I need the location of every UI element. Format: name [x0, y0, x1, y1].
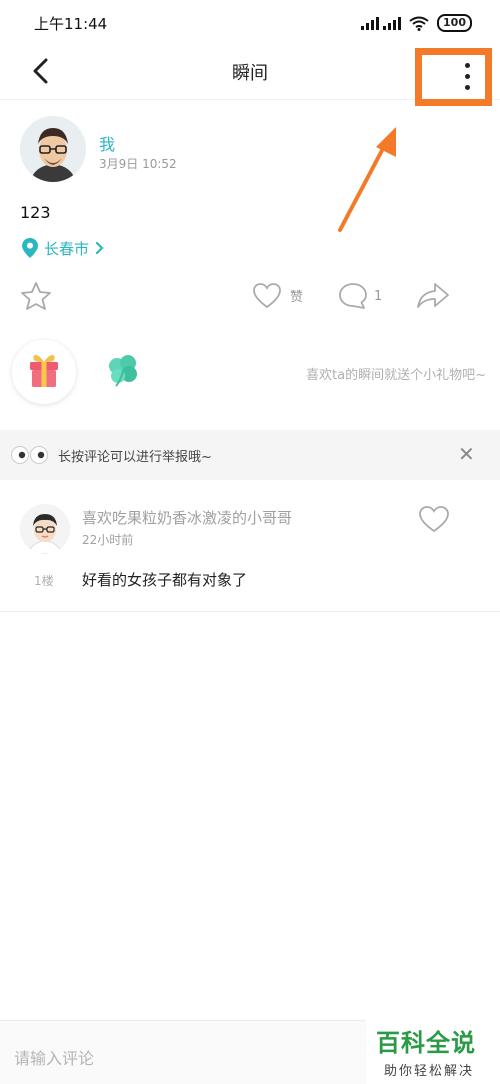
location-label: 长春市: [44, 239, 90, 258]
watermark-title: 百科全说: [376, 1029, 476, 1057]
comment-text: 好看的女孩子都有对象了: [82, 571, 248, 589]
eyes-icon: [11, 446, 48, 464]
more-button[interactable]: [415, 48, 492, 106]
commenter-avatar[interactable]: [20, 504, 70, 554]
wifi-icon: [409, 16, 429, 31]
comment-button[interactable]: 1: [338, 282, 382, 310]
post-text: 123: [20, 203, 51, 222]
post-header: 我 3月9日 10:52: [20, 116, 320, 186]
status-icons: 100: [361, 13, 472, 33]
share-icon: [417, 283, 449, 308]
notice-text: 长按评论可以进行举报哦~: [58, 450, 212, 465]
signal-icon: [361, 17, 402, 30]
comment-bubble-icon: [339, 283, 367, 309]
like-button[interactable]: 赞: [252, 282, 303, 309]
watermark-logo: 百科全说 助你轻松解决: [366, 1020, 500, 1084]
post-actions: 赞 1: [0, 276, 500, 318]
clover-button[interactable]: [104, 352, 142, 394]
comment-floor: 1楼: [34, 574, 54, 588]
location-pin-icon: [22, 238, 38, 258]
annotation-arrow: [338, 127, 396, 232]
heart-icon: [253, 283, 281, 309]
comment-count: 1: [374, 288, 383, 304]
like-label: 赞: [290, 290, 304, 305]
favorite-button[interactable]: [20, 281, 52, 315]
gift-row: 喜欢ta的瞬间就送个小礼物吧~: [0, 336, 500, 408]
battery-indicator: 100: [437, 14, 472, 32]
nav-bar: 瞬间: [0, 44, 500, 106]
gift-icon: [30, 355, 58, 387]
comment-like-button[interactable]: [418, 505, 450, 537]
author-name[interactable]: 我: [99, 131, 115, 155]
comment-time: 22小时前: [82, 533, 134, 547]
gift-button[interactable]: [12, 340, 76, 404]
status-bar: 上午11:44 100: [0, 0, 500, 44]
commenter-name[interactable]: 喜欢吃果粒奶香冰激凌的小哥哥: [82, 507, 292, 528]
clover-icon: [109, 355, 137, 387]
close-icon: ✕: [458, 442, 475, 466]
location-link[interactable]: 长春市: [22, 236, 104, 260]
chevron-right-icon: [95, 241, 104, 255]
watermark-subtitle: 助你轻松解决: [384, 1064, 475, 1079]
comment-input[interactable]: 请输入评论: [14, 1045, 94, 1069]
report-notice: 长按评论可以进行举报哦~ ✕: [0, 430, 500, 480]
post-time: 3月9日 10:52: [99, 157, 177, 171]
heart-icon: [419, 506, 449, 533]
gift-hint: 喜欢ta的瞬间就送个小礼物吧~: [306, 368, 486, 383]
notice-close-button[interactable]: ✕: [458, 444, 475, 464]
author-avatar[interactable]: [20, 116, 86, 182]
share-button[interactable]: [416, 282, 450, 314]
comment-item[interactable]: 喜欢吃果粒奶香冰激凌的小哥哥 22小时前 1楼 好看的女孩子都有对象了: [0, 496, 500, 612]
status-time: 上午11:44: [34, 15, 108, 33]
star-icon: [21, 282, 51, 310]
